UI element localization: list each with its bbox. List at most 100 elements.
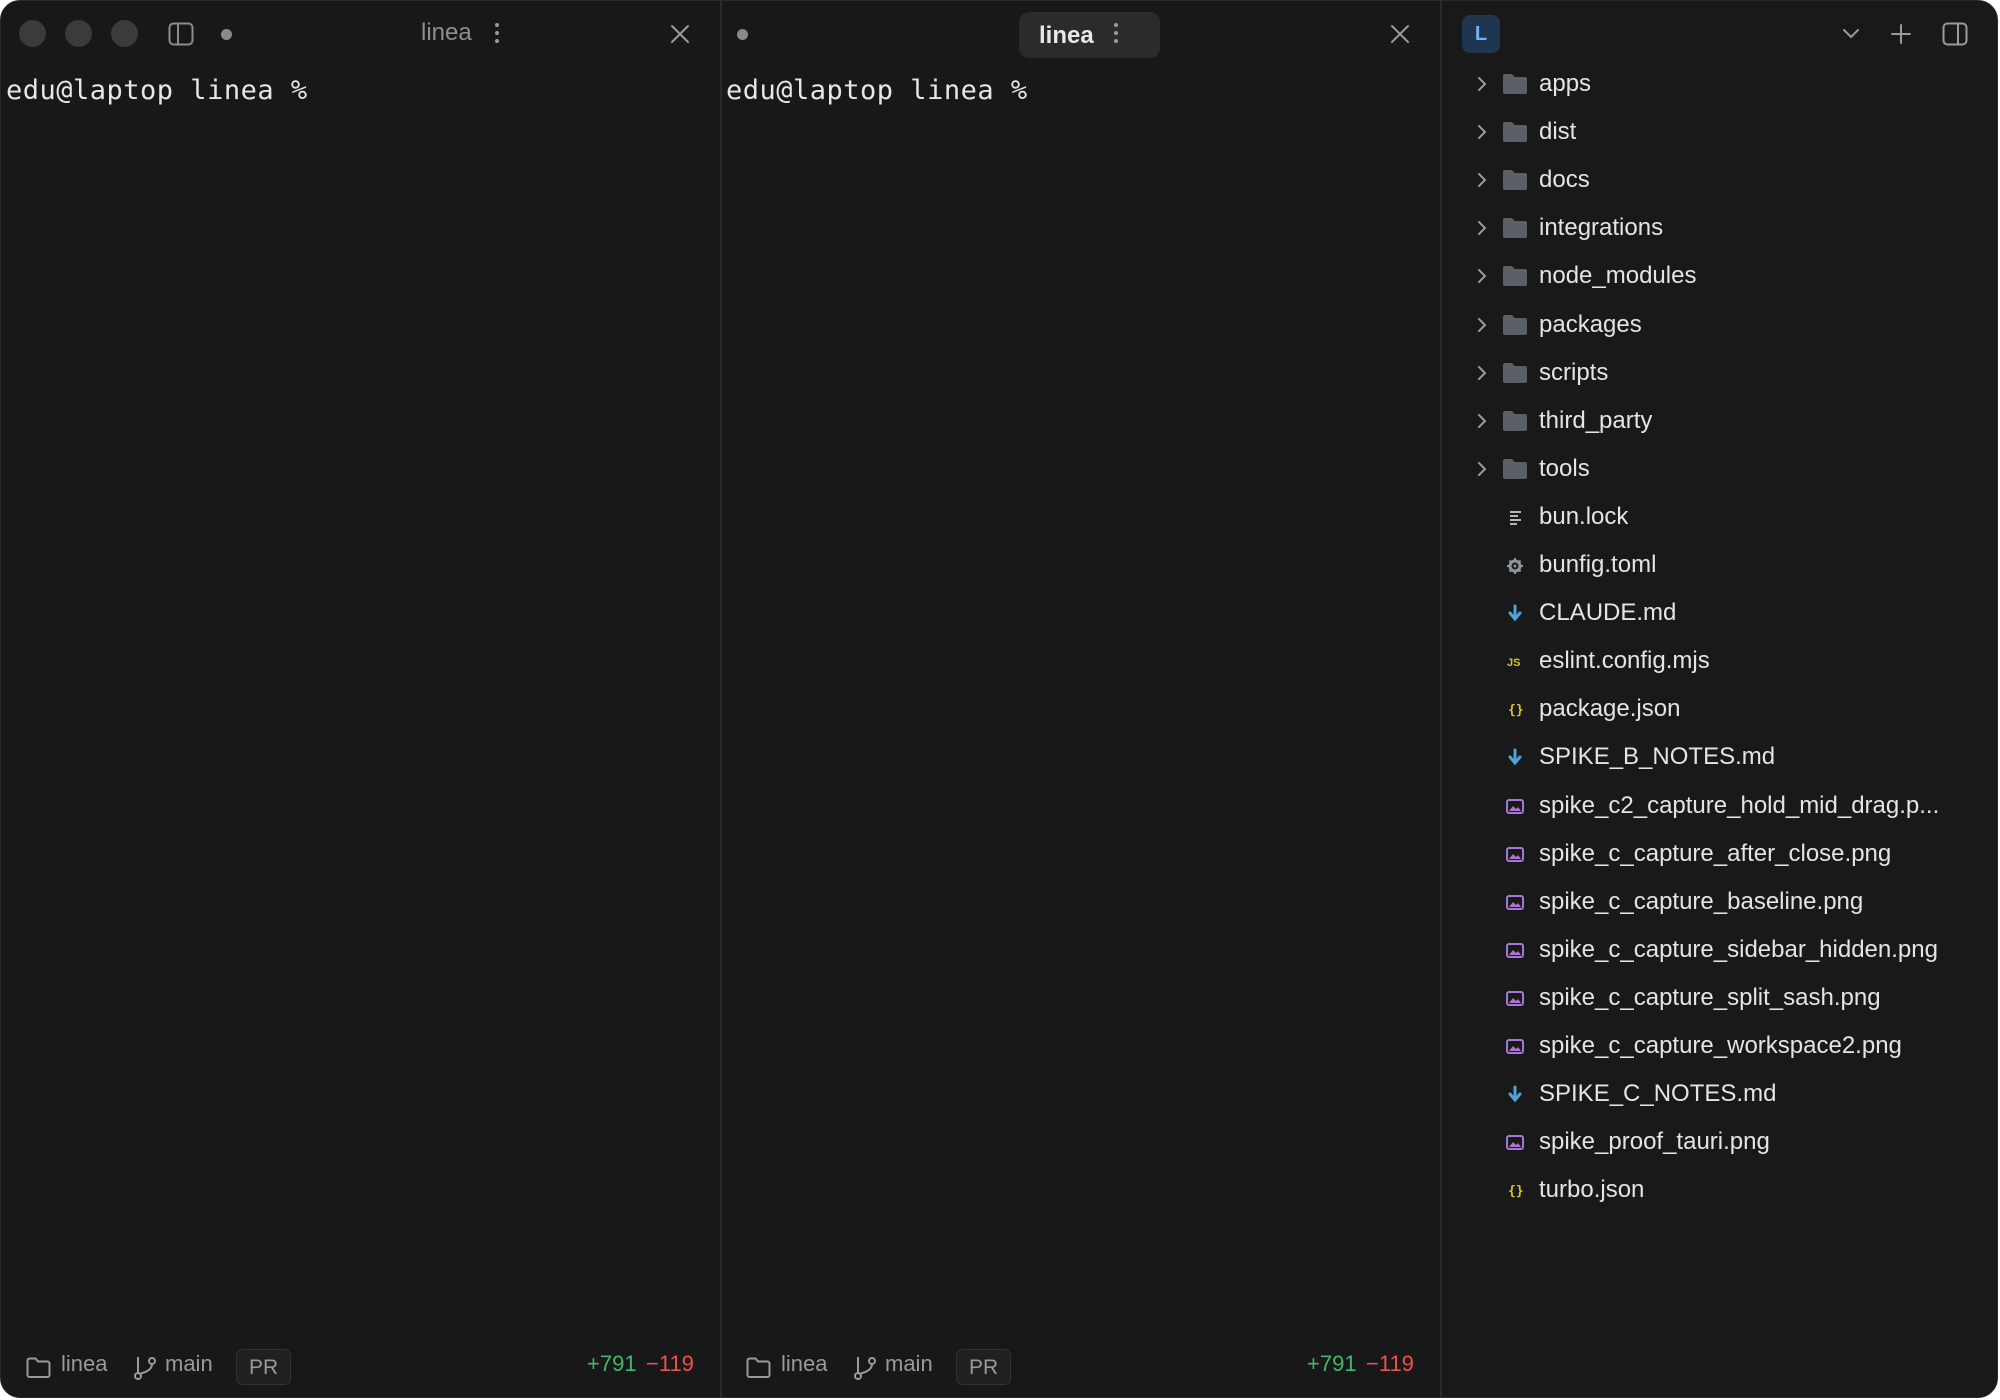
close-icon[interactable]: [670, 24, 690, 44]
image-file-icon: [1502, 1131, 1528, 1158]
diff-added-count: +791: [1307, 1351, 1357, 1376]
terminal-prompt[interactable]: edu@laptop linea %: [726, 75, 1044, 106]
git-branch-icon: [854, 1357, 876, 1380]
chevron-right-icon[interactable]: [1476, 364, 1488, 387]
chevron-right-icon[interactable]: [1476, 316, 1488, 339]
tree-folder-row[interactable]: node_modules: [1442, 257, 1997, 297]
pr-badge[interactable]: PR: [956, 1349, 1012, 1385]
tree-item-label: bun.lock: [1539, 502, 1629, 530]
folder-icon: [746, 1357, 771, 1378]
status-branch[interactable]: main: [165, 1351, 213, 1377]
tree-file-row[interactable]: bun.lock: [1442, 498, 1997, 538]
folder-icon: [1502, 362, 1528, 389]
chevron-right-icon[interactable]: [1476, 412, 1488, 435]
text-file-icon: [1502, 506, 1528, 533]
tree-item-label: spike_c_capture_split_sash.png: [1539, 983, 1881, 1011]
window-zoom-button[interactable]: [111, 20, 138, 47]
terminal-pane-left[interactable]: linea edu@laptop linea % linea main PR +…: [1, 1, 722, 1397]
folder-icon: [1502, 265, 1528, 292]
tree-item-label: turbo.json: [1539, 1176, 1645, 1204]
tree-item-label: bunfig.toml: [1539, 551, 1657, 578]
tree-file-row[interactable]: SPIKE_B_NOTES.md: [1442, 738, 1997, 778]
image-file-icon: [1502, 795, 1528, 822]
status-folder[interactable]: linea: [61, 1351, 107, 1377]
tree-item-label: scripts: [1539, 358, 1609, 386]
tree-folder-row[interactable]: apps: [1442, 65, 1997, 105]
panel-toggle-icon[interactable]: [1942, 22, 1968, 46]
tab-menu-icon[interactable]: [1114, 23, 1118, 47]
tree-item-label: node_modules: [1539, 262, 1697, 290]
close-icon[interactable]: [1390, 24, 1410, 44]
chevron-down-icon[interactable]: [1842, 28, 1860, 40]
unsaved-indicator-dot: [221, 29, 232, 40]
tree-item-label: apps: [1539, 70, 1592, 97]
markdown-file-icon: [1502, 746, 1528, 773]
sidebar-toggle-icon[interactable]: [168, 22, 194, 46]
tree-file-row[interactable]: CLAUDE.md: [1442, 594, 1997, 634]
chevron-right-icon[interactable]: [1476, 460, 1488, 483]
tab-title[interactable]: linea: [421, 19, 472, 47]
chevron-right-icon[interactable]: [1476, 267, 1488, 290]
tree-folder-row[interactable]: scripts: [1442, 354, 1997, 394]
tree-folder-row[interactable]: dist: [1442, 113, 1997, 153]
tree-item-label: spike_c_capture_workspace2.png: [1539, 1032, 1902, 1059]
tree-folder-row[interactable]: integrations: [1442, 209, 1997, 249]
tree-file-row[interactable]: spike_c_capture_sidebar_hidden.png: [1442, 931, 1997, 971]
tree-item-label: dist: [1539, 118, 1577, 146]
tree-item-label: CLAUDE.md: [1539, 599, 1677, 627]
pr-badge[interactable]: PR: [236, 1349, 292, 1385]
tree-folder-row[interactable]: third_party: [1442, 402, 1997, 442]
chevron-right-icon[interactable]: [1476, 171, 1488, 194]
file-explorer-sidebar: L apps dist docs integrations node_modulespa…: [1442, 1, 1997, 1397]
tree-file-row[interactable]: spike_c2_capture_hold_mid_drag.p...: [1442, 787, 1997, 827]
workspace-badge[interactable]: L: [1462, 15, 1500, 53]
tree-folder-row[interactable]: docs: [1442, 161, 1997, 201]
window-minimize-button[interactable]: [65, 20, 92, 47]
tree-file-row[interactable]: {} package.json: [1442, 690, 1997, 730]
gear-icon: [1502, 554, 1528, 581]
diff-removed-count: −119: [646, 1351, 694, 1376]
tree-file-row[interactable]: spike_c_capture_split_sash.png: [1442, 979, 1997, 1019]
json-file-icon: {}: [1502, 1179, 1528, 1206]
tree-file-row[interactable]: {} turbo.json: [1442, 1171, 1997, 1211]
tab-title: linea: [1039, 22, 1094, 49]
tree-file-row[interactable]: SPIKE_C_NOTES.md: [1442, 1075, 1997, 1115]
tree-item-label: spike_c_capture_sidebar_hidden.png: [1539, 935, 1938, 963]
image-file-icon: [1502, 939, 1528, 966]
tree-file-row[interactable]: spike_c_capture_workspace2.png: [1442, 1027, 1997, 1067]
tree-file-row[interactable]: spike_c_capture_after_close.png: [1442, 835, 1997, 875]
tree-item-label: tools: [1539, 454, 1590, 482]
tree-item-label: eslint.config.mjs: [1539, 647, 1710, 675]
tree-item-label: packages: [1539, 310, 1642, 338]
tree-file-row[interactable]: spike_proof_tauri.png: [1442, 1123, 1997, 1163]
js-file-icon: JS: [1502, 650, 1528, 677]
app-window: linea edu@laptop linea % linea main PR +…: [0, 0, 1998, 1398]
status-folder[interactable]: linea: [781, 1351, 827, 1377]
image-file-icon: [1502, 843, 1528, 870]
terminal-pane-right[interactable]: linea edu@laptop linea % linea main PR +…: [722, 1, 1442, 1397]
tree-file-row[interactable]: spike_c_capture_baseline.png: [1442, 883, 1997, 923]
chevron-right-icon[interactable]: [1476, 123, 1488, 146]
tree-folder-row[interactable]: packages: [1442, 306, 1997, 346]
chevron-right-icon[interactable]: [1476, 219, 1488, 242]
pane-titlebar: linea: [722, 1, 1440, 69]
folder-icon: [1502, 410, 1528, 437]
diff-added-count: +791: [587, 1351, 637, 1376]
add-icon[interactable]: [1890, 23, 1912, 45]
git-branch-icon: [134, 1357, 156, 1380]
tab-menu-icon[interactable]: [495, 23, 499, 47]
tree-item-label: integrations: [1539, 214, 1664, 242]
folder-icon: [1502, 314, 1528, 341]
status-branch[interactable]: main: [885, 1351, 933, 1377]
chevron-right-icon[interactable]: [1476, 75, 1488, 98]
tree-file-row[interactable]: bunfig.toml: [1442, 546, 1997, 586]
window-close-button[interactable]: [19, 20, 46, 47]
image-file-icon: [1502, 891, 1528, 918]
markdown-file-icon: [1502, 602, 1528, 629]
tree-file-row[interactable]: JS eslint.config.mjs: [1442, 642, 1997, 682]
tree-folder-row[interactable]: tools: [1442, 450, 1997, 490]
tab-active[interactable]: linea: [1019, 12, 1160, 58]
terminal-prompt[interactable]: edu@laptop linea %: [6, 75, 324, 106]
folder-icon: [1502, 217, 1528, 244]
folder-icon: [1502, 121, 1528, 148]
